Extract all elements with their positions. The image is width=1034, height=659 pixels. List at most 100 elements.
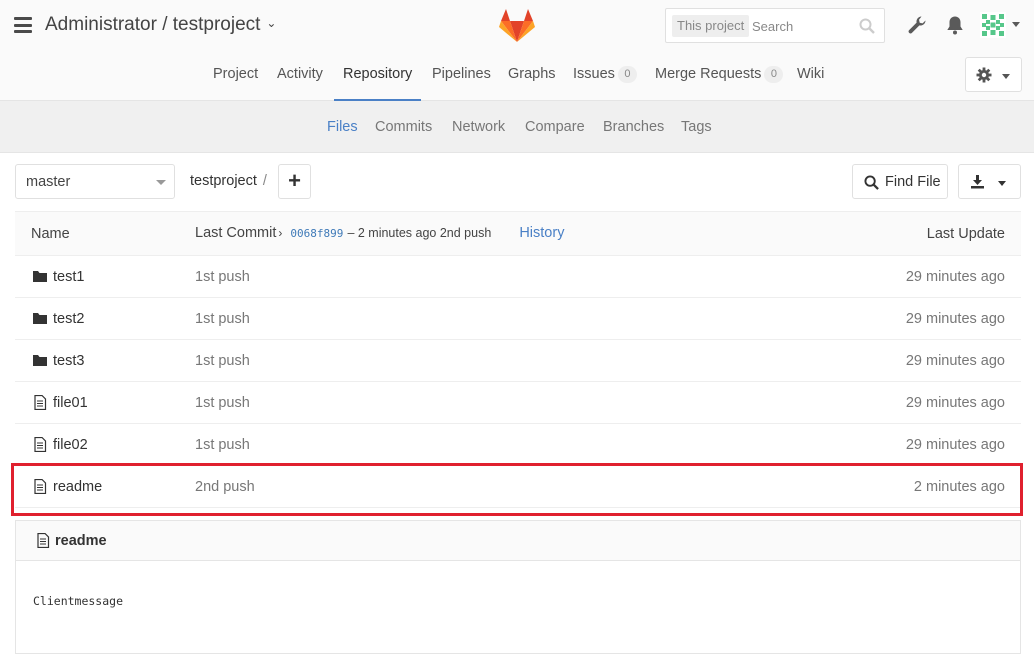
subnav-label: Branches: [603, 119, 665, 135]
bell-icon[interactable]: [944, 14, 966, 36]
folder-icon: [33, 355, 47, 366]
add-file-button[interactable]: +: [278, 164, 311, 199]
history-link[interactable]: History: [519, 225, 564, 241]
subnav-label: Network: [452, 119, 506, 135]
find-file-button[interactable]: Find File: [852, 164, 948, 199]
subnav-branches[interactable]: Branches: [603, 101, 664, 153]
commit-message[interactable]: 1st push: [195, 424, 250, 466]
search-input[interactable]: [752, 16, 852, 36]
table-header: Name Last Commit › 0068f899 – 2 minutes a…: [15, 211, 1021, 256]
commit-message[interactable]: 2nd push: [195, 466, 255, 508]
file-text-icon: [34, 437, 47, 452]
project-settings-button[interactable]: [965, 57, 1022, 92]
chevron-right-icon: ›: [278, 226, 283, 240]
tab-pipelines[interactable]: Pipelines: [432, 55, 491, 101]
tab-activity[interactable]: Activity: [277, 55, 323, 101]
project-nav: Project Activity Repository Pipelines Gr…: [0, 55, 1034, 101]
subnav-label: Files: [327, 119, 358, 135]
file-text-icon: [34, 479, 47, 494]
last-update-time: 29 minutes ago: [905, 395, 1005, 411]
file-name-link[interactable]: test3: [53, 340, 84, 382]
chevron-down-icon[interactable]: ⌄: [266, 16, 276, 30]
merge-requests-count-badge: 0: [764, 66, 784, 83]
folder-icon: [33, 271, 47, 282]
subnav-label: Tags: [681, 119, 712, 135]
table-row-test1[interactable]: test1 1st push 29 minutes ago: [15, 256, 1021, 298]
file-name-link[interactable]: file02: [53, 424, 88, 466]
column-header-name: Name: [31, 226, 70, 242]
subnav-commits[interactable]: Commits: [375, 101, 432, 153]
tab-wiki[interactable]: Wiki: [797, 55, 824, 101]
file-tree-table: Name Last Commit › 0068f899 – 2 minutes a…: [15, 211, 1021, 508]
table-row-file01[interactable]: file01 1st push 29 minutes ago: [15, 382, 1021, 424]
search-icon: [864, 175, 879, 190]
readme-panel: readme Clientmessage: [15, 520, 1021, 654]
tab-label: Graphs: [508, 66, 556, 82]
last-update-time: 29 minutes ago: [905, 437, 1005, 453]
commit-message[interactable]: 1st push: [195, 256, 250, 298]
search-icon[interactable]: [859, 18, 875, 34]
last-update-time: 29 minutes ago: [905, 353, 1005, 369]
branch-select[interactable]: master: [15, 164, 175, 199]
caret-down-icon: [1002, 74, 1010, 79]
last-commit-label: Last Commit: [195, 225, 277, 241]
branch-select-value: master: [26, 174, 71, 190]
find-file-label: Find File: [885, 174, 941, 190]
file-name-link[interactable]: test1: [53, 256, 84, 298]
readme-header: readme: [16, 521, 1020, 561]
column-header-last-update: Last Update: [926, 226, 1005, 242]
user-avatar-icon[interactable]: [980, 12, 1006, 38]
wrench-icon[interactable]: [906, 14, 928, 36]
download-button[interactable]: [958, 164, 1021, 199]
last-update-time: 2 minutes ago: [913, 479, 1005, 495]
breadcrumb: testproject /: [190, 173, 267, 189]
search-scope-badge[interactable]: This project: [672, 15, 750, 37]
table-row-file02[interactable]: file02 1st push 29 minutes ago: [15, 424, 1021, 466]
tab-project[interactable]: Project: [213, 55, 258, 101]
breadcrumb-project-link[interactable]: testproject: [190, 173, 257, 189]
issues-count-badge: 0: [617, 66, 637, 83]
tab-label: Project: [213, 66, 259, 82]
tab-label: Pipelines: [432, 66, 491, 82]
caret-down-icon: [998, 181, 1006, 186]
subnav-tags[interactable]: Tags: [681, 101, 712, 153]
download-icon: [971, 175, 984, 189]
commit-message[interactable]: 1st push: [195, 340, 250, 382]
readme-title-link[interactable]: readme: [55, 521, 107, 561]
commit-sha-link[interactable]: 0068f899: [290, 227, 343, 240]
tab-label: Repository: [343, 66, 413, 82]
subnav-network[interactable]: Network: [452, 101, 505, 153]
plus-icon: +: [288, 168, 301, 193]
commit-message[interactable]: 1st push: [195, 298, 250, 340]
subnav-label: Commits: [375, 119, 433, 135]
commit-message[interactable]: 1st push: [195, 382, 250, 424]
project-title[interactable]: Administrator / testproject ⌄: [45, 14, 276, 36]
tab-graphs[interactable]: Graphs: [508, 55, 556, 101]
top-header: Administrator / testproject ⌄ This projec…: [0, 0, 1034, 101]
last-update-time: 29 minutes ago: [905, 311, 1005, 327]
table-row-readme[interactable]: readme 2nd push 2 minutes ago: [15, 466, 1021, 508]
subnav-files[interactable]: Files: [327, 101, 358, 153]
subnav-compare[interactable]: Compare: [525, 101, 585, 153]
search-box[interactable]: This project: [665, 8, 885, 43]
tab-label: Activity: [277, 66, 323, 82]
tab-repository[interactable]: Repository: [333, 55, 422, 101]
gitlab-logo-icon[interactable]: [498, 7, 536, 43]
tab-issues[interactable]: Issues 0: [573, 55, 637, 101]
tab-merge-requests[interactable]: Merge Requests 0: [655, 55, 784, 101]
commit-summary: – 2 minutes ago 2nd push: [347, 226, 492, 240]
file-name-link[interactable]: test2: [53, 298, 84, 340]
tab-label: Merge Requests: [655, 66, 762, 82]
tab-label: Wiki: [797, 66, 825, 82]
file-name-link[interactable]: readme: [53, 466, 102, 508]
gear-icon: [976, 67, 992, 83]
hamburger-menu-icon[interactable]: [14, 17, 32, 33]
avatar-caret-down-icon[interactable]: [1011, 19, 1021, 29]
table-row-test3[interactable]: test3 1st push 29 minutes ago: [15, 340, 1021, 382]
file-text-icon: [34, 395, 47, 410]
folder-icon: [33, 313, 47, 324]
file-name-link[interactable]: file01: [53, 382, 88, 424]
project-title-text: Administrator / testproject: [45, 14, 261, 35]
last-update-time: 29 minutes ago: [905, 269, 1005, 285]
table-row-test2[interactable]: test2 1st push 29 minutes ago: [15, 298, 1021, 340]
